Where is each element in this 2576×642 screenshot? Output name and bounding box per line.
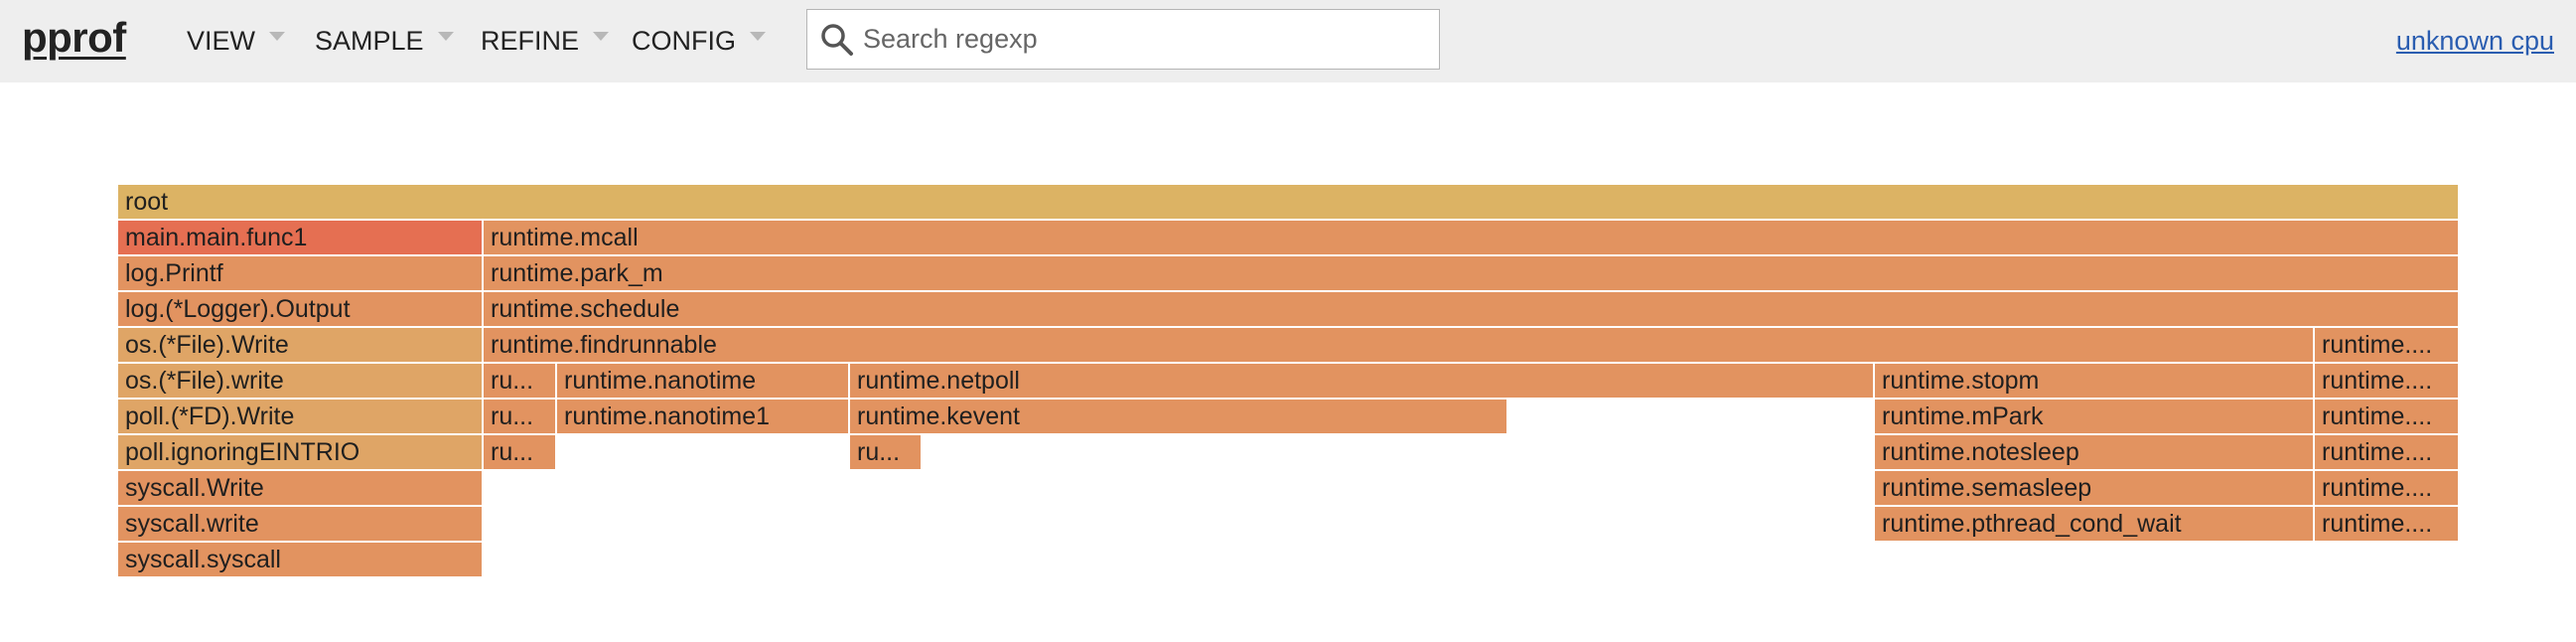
flame-frame[interactable]: runtime....	[2315, 471, 2460, 505]
flame-frame[interactable]: log.Printf	[118, 256, 484, 290]
flame-frame[interactable]: ru...	[484, 435, 557, 469]
flame-frame[interactable]: main.main.func1	[118, 221, 484, 254]
flame-frame[interactable]: poll.(*FD).Write	[118, 400, 484, 433]
flame-frame[interactable]: runtime.nanotime	[557, 364, 850, 398]
flame-frame[interactable]: poll.ignoringEINTRIO	[118, 435, 484, 469]
flame-frame[interactable]: runtime.pthread_cond_wait	[1875, 507, 2315, 541]
flame-frame[interactable]: syscall.Write	[118, 471, 484, 505]
flame-frame[interactable]: runtime....	[2315, 328, 2460, 362]
flame-frame[interactable]: ru...	[484, 364, 557, 398]
flame-frame[interactable]: runtime.netpoll	[850, 364, 1875, 398]
flame-frame[interactable]: log.(*Logger).Output	[118, 292, 484, 326]
flame-frame[interactable]: ru...	[850, 435, 923, 469]
flame-frame[interactable]: syscall.syscall	[118, 543, 484, 576]
flame-frame[interactable]: os.(*File).Write	[118, 328, 484, 362]
flame-frame[interactable]: runtime.notesleep	[1875, 435, 2315, 469]
flame-frame[interactable]: runtime.semasleep	[1875, 471, 2315, 505]
flame-frame[interactable]: runtime....	[2315, 400, 2460, 433]
flame-frame[interactable]: runtime.nanotime1	[557, 400, 850, 433]
flame-frame[interactable]: runtime.mPark	[1875, 400, 2315, 433]
flame-frame[interactable]: runtime....	[2315, 364, 2460, 398]
flame-frame[interactable]: runtime.park_m	[484, 256, 2460, 290]
flame-frame[interactable]: runtime.kevent	[850, 400, 1508, 433]
flame-frame[interactable]: runtime.mcall	[484, 221, 2460, 254]
flame-frame[interactable]: syscall.write	[118, 507, 484, 541]
flame-frame[interactable]: os.(*File).write	[118, 364, 484, 398]
flame-frame[interactable]: ru...	[484, 400, 557, 433]
flame-frame[interactable]: runtime....	[2315, 435, 2460, 469]
flame-frame[interactable]: runtime.stopm	[1875, 364, 2315, 398]
flame-frame[interactable]: runtime.schedule	[484, 292, 2460, 326]
flame-frame[interactable]: runtime.findrunnable	[484, 328, 2315, 362]
flame-frame[interactable]: runtime....	[2315, 507, 2460, 541]
flame-frame[interactable]: root	[118, 185, 2460, 219]
flame-graph: root main.main.func1 runtime.mcall log.Prin…	[0, 0, 2576, 642]
